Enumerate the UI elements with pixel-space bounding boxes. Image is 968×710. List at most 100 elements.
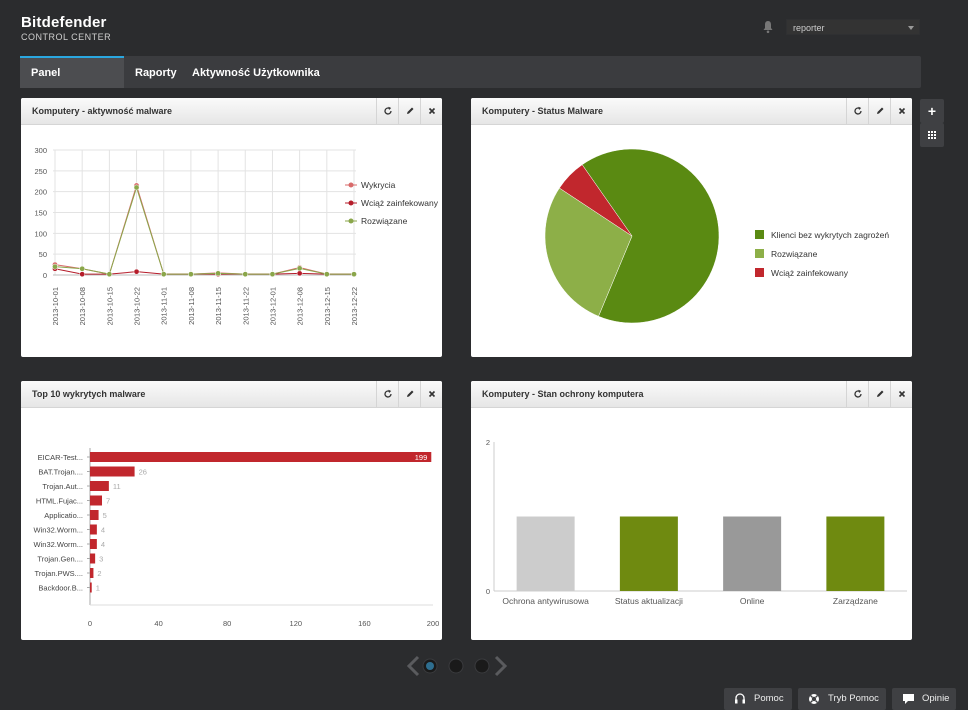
bar-value-label: 11 — [113, 482, 121, 491]
legend-label: Wciąż zainfekowany — [771, 268, 849, 278]
refresh-icon — [854, 389, 862, 398]
legend-label: Wciąż zainfekowany — [361, 198, 439, 208]
category-label: EICAR-Test... — [38, 453, 83, 462]
headset-icon — [735, 693, 745, 704]
rearrange-button[interactable] — [920, 123, 944, 147]
bar — [90, 452, 432, 462]
data-point — [133, 184, 140, 191]
edit-button[interactable] — [398, 381, 420, 407]
user-name: reporter — [793, 23, 825, 33]
category-label: HTML.Fujac... — [36, 497, 83, 506]
legend-swatch — [755, 249, 764, 258]
close-icon — [898, 390, 906, 398]
feedback-label: Opinie — [922, 693, 950, 704]
tab-reports[interactable]: Raporty — [124, 56, 188, 88]
close-button[interactable] — [890, 381, 912, 407]
edit-button[interactable] — [868, 381, 890, 407]
x-tick-label: 0 — [88, 619, 92, 628]
page-dot-3[interactable] — [474, 658, 490, 674]
page-dot-2[interactable] — [448, 658, 464, 674]
y-tick-label: 100 — [34, 229, 47, 238]
bar — [516, 516, 575, 591]
x-tick-label: 2013-12-15 — [323, 287, 332, 325]
pencil-icon — [877, 390, 884, 397]
legend-label: Klienci bez wykrytych zagrożeń — [771, 230, 889, 240]
panel-body: 0 50 100 150 200 250 300 2013-10-01 2013-10-08 20… — [21, 125, 442, 357]
edit-button[interactable] — [398, 98, 420, 124]
refresh-button[interactable] — [846, 381, 868, 407]
panel-header: Komputery - Status Malware — [471, 98, 912, 125]
bar-value-label: 1 — [96, 584, 100, 593]
bar — [723, 516, 782, 591]
close-button[interactable] — [890, 98, 912, 124]
tab-dashboard[interactable]: Panel nawigacyjny — [20, 56, 124, 109]
panel-header: Komputery - aktywność malware — [21, 98, 442, 125]
dashboard-pager — [406, 655, 508, 677]
tab-user-activity[interactable]: Aktywność Użytkownika — [181, 56, 331, 88]
bar — [90, 582, 92, 593]
data-point — [296, 265, 303, 272]
legend-label: Rozwiązane — [361, 216, 408, 226]
user-dropdown[interactable]: reporter — [786, 19, 920, 35]
panel-title: Komputery - Status Malware — [482, 106, 604, 116]
chevron-left-icon[interactable] — [406, 655, 420, 677]
lifebuoy-icon — [809, 694, 819, 704]
panel-body: 0 2 Ochrona antywirusowa Status aktualizacj… — [471, 408, 912, 640]
x-tick-label: 160 — [358, 619, 371, 628]
panel-protection-status: Komputery - Stan ochrony komputera 0 2 Och… — [471, 381, 912, 640]
x-tick-label: 2013-11-22 — [241, 287, 250, 325]
category-label: Trojan.Aut... — [42, 482, 83, 491]
category-label: Win32.Worm... — [34, 540, 83, 549]
data-point — [160, 271, 167, 278]
top10-malware-chart: 0 40 80 120 160 200 EICAR-Test... 199 BAT.Trojan… — [34, 448, 439, 628]
x-tick-label: 40 — [154, 619, 162, 628]
close-button[interactable] — [420, 381, 442, 407]
legend-label: Rozwiązane — [771, 249, 818, 259]
help-button[interactable]: Pomoc — [724, 688, 792, 710]
category-label: Trojan.PWS.... — [35, 569, 83, 578]
bar-value-label: 5 — [103, 511, 107, 520]
close-button[interactable] — [420, 98, 442, 124]
refresh-button[interactable] — [846, 98, 868, 124]
bar-value-label: 2 — [97, 569, 101, 578]
help-mode-label: Tryb Pomoc — [828, 693, 879, 704]
refresh-button[interactable] — [376, 98, 398, 124]
category-label: Trojan.Gen.... — [37, 555, 83, 564]
pencil-icon — [877, 107, 884, 114]
chevron-right-icon[interactable] — [494, 655, 508, 677]
refresh-button[interactable] — [376, 381, 398, 407]
bar — [826, 516, 885, 591]
series-line-0 — [54, 183, 354, 275]
y-tick-label: 0 — [486, 587, 490, 596]
chevron-down-icon — [908, 26, 914, 30]
bar — [90, 495, 103, 506]
category-label: Win32.Worm... — [34, 526, 83, 535]
panel-body: Klienci bez wykrytych zagrożeń Rozwiązane… — [471, 125, 912, 357]
bar-value-label: 199 — [415, 453, 428, 462]
page-dot-1-active — [426, 662, 434, 670]
data-point — [242, 271, 249, 278]
bar — [90, 539, 97, 549]
legend-marker — [348, 182, 354, 188]
refresh-icon — [854, 106, 862, 115]
help-mode-button[interactable]: Tryb Pomoc — [798, 688, 886, 710]
panel-title: Komputery - aktywność malware — [32, 106, 173, 116]
legend-label: Wykrycia — [361, 180, 396, 190]
x-tick-label: 2013-10-15 — [105, 287, 114, 325]
edit-button[interactable] — [868, 98, 890, 124]
bar-value-label: 4 — [101, 540, 105, 549]
data-point — [106, 271, 113, 278]
bell-icon[interactable] — [762, 20, 774, 34]
legend-swatch — [755, 230, 764, 239]
brand-subtitle: CONTROL CENTER — [21, 32, 112, 42]
bar-value-label: 26 — [139, 468, 147, 477]
data-point — [79, 265, 86, 272]
legend-marker — [348, 218, 354, 224]
refresh-icon — [384, 389, 392, 398]
add-portlet-button[interactable]: + — [920, 99, 944, 123]
feedback-button[interactable]: Opinie — [892, 688, 956, 710]
category-label: Applicatio... — [44, 511, 83, 520]
main-navbar: Panel nawigacyjny Raporty Aktywność Użyt… — [20, 56, 921, 109]
y-tick-label: 300 — [34, 146, 47, 155]
y-tick-label: 0 — [43, 271, 47, 280]
